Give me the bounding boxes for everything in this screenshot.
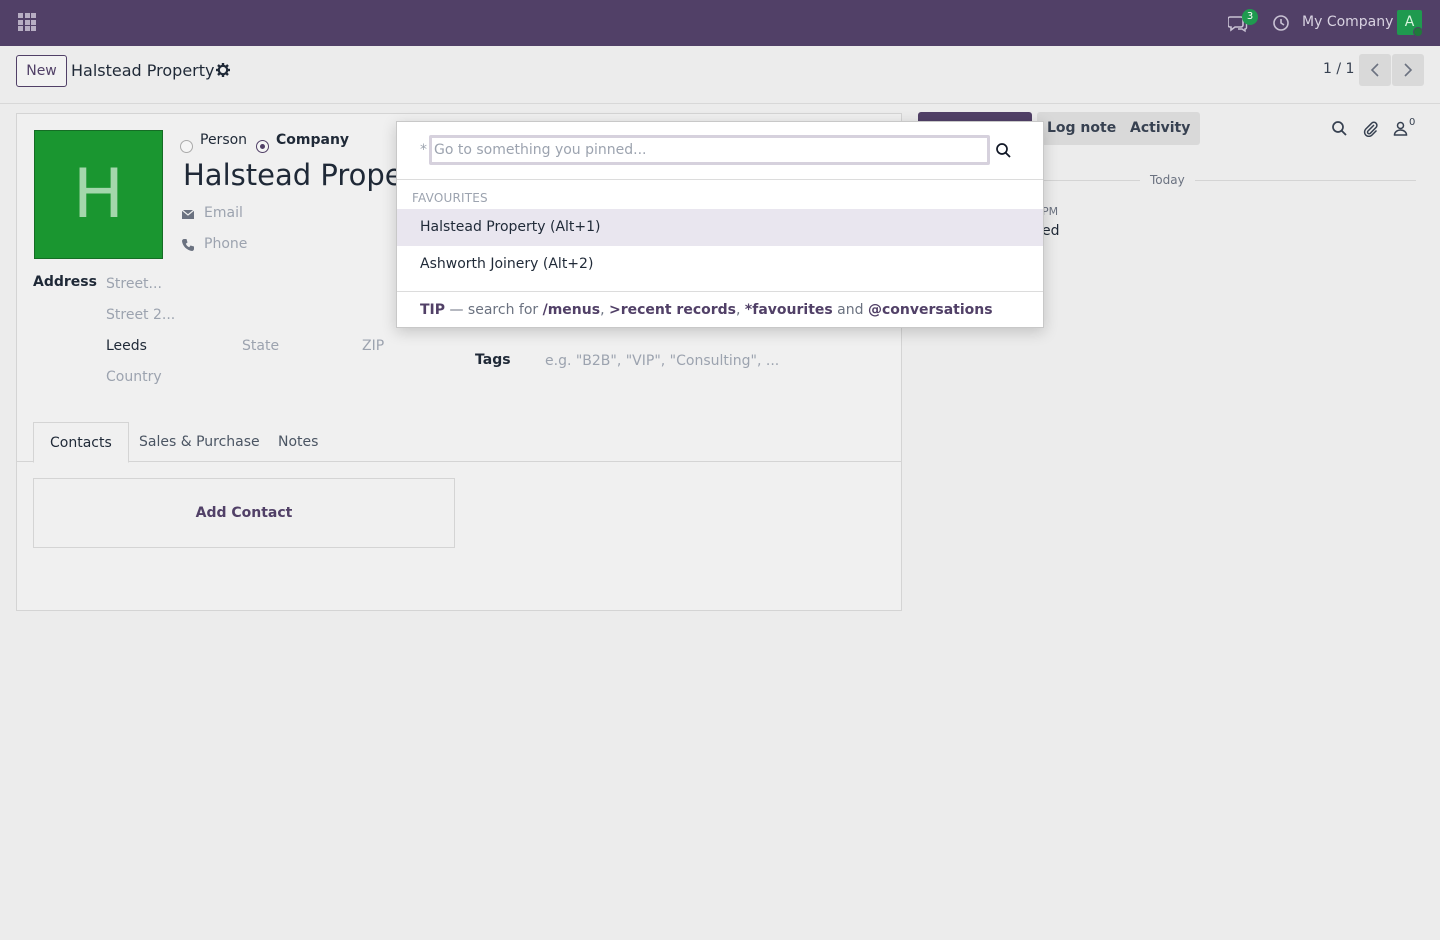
search-icon[interactable]: [995, 142, 1012, 159]
tip-text: — search for: [445, 302, 543, 318]
palette-section-title: FAVOURITES: [412, 191, 488, 205]
palette-tip: TIP — search for /menus, >recent records…: [397, 291, 1043, 328]
command-palette: * FAVOURITES Halstead Property (Alt+1) A…: [396, 121, 1044, 328]
tip-recent: >recent records: [608, 302, 737, 318]
tip-and: and: [832, 302, 868, 318]
tip-label: TIP: [420, 302, 446, 318]
palette-search-row: *: [397, 122, 1043, 180]
tip-menus: /menus: [542, 302, 601, 318]
palette-item-ashworth[interactable]: Ashworth Joinery (Alt+2): [397, 246, 1043, 283]
tip-sep2: ,: [736, 302, 745, 318]
tip-sep1: ,: [600, 302, 609, 318]
tip-conversations: @conversations: [867, 302, 993, 318]
search-prefix: *: [420, 142, 427, 158]
tip-favourites: *favourites: [744, 302, 833, 318]
palette-search-input[interactable]: [429, 135, 990, 165]
palette-item-halstead[interactable]: Halstead Property (Alt+1): [397, 209, 1043, 246]
